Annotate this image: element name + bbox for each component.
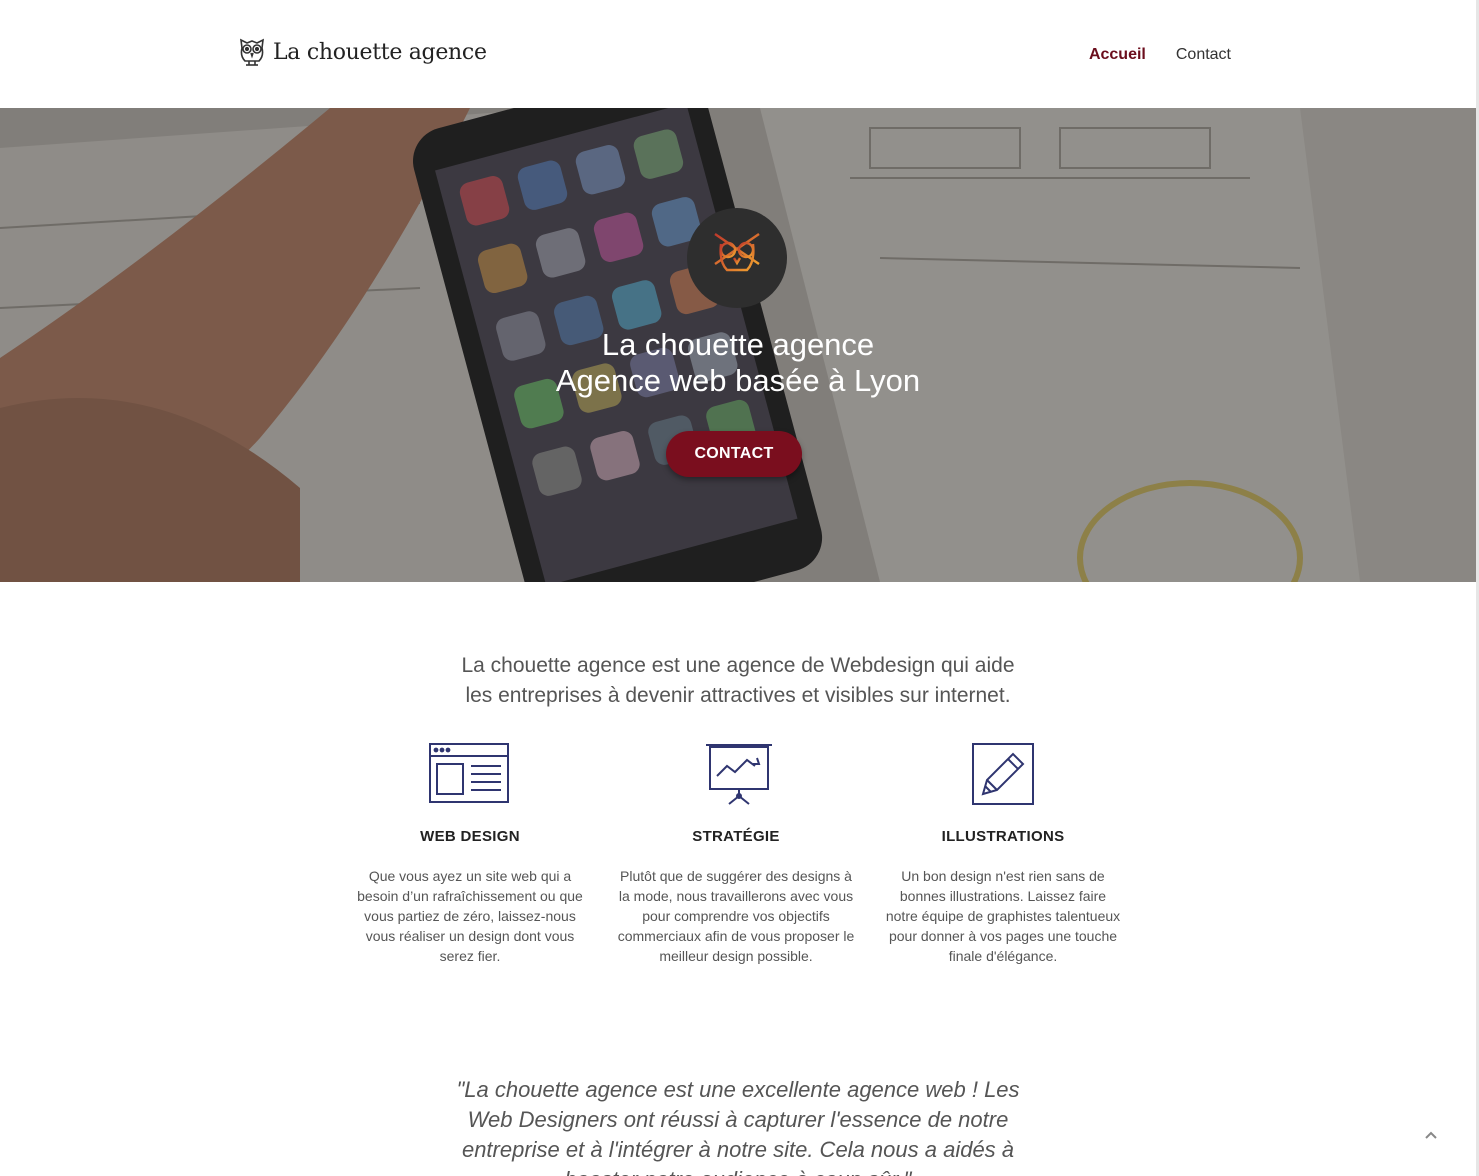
feature-title: STRATÉGIE (692, 828, 780, 845)
hero-banner: La chouette agence Agence web basée à Ly… (0, 108, 1476, 582)
illustration-icon (972, 743, 1034, 805)
site-logo[interactable]: La chouette agence (237, 34, 487, 70)
feature-illustrations: ILLUSTRATIONS Un bon design n'est rien s… (883, 742, 1123, 966)
nav-item-accueil[interactable]: Accueil (1089, 46, 1146, 64)
feature-description: Que vous ayez un site web qui a besoin d… (357, 868, 583, 964)
site-header: La chouette agence Accueil Contact (0, 0, 1476, 108)
quote-line: "La chouette agence est une excellente a… (456, 1077, 1020, 1102)
feature-description: Plutôt que de suggérer des designs à la … (617, 868, 855, 964)
quote-line: entreprise et à l'intégrer à notre site.… (461, 1137, 1015, 1162)
owl-icon (714, 233, 760, 284)
quote-line: booster notre audience à coup sûr." (0, 1165, 1476, 1176)
web-design-icon (429, 743, 509, 803)
intro-line: La chouette agence est une agence de Web… (461, 654, 1015, 677)
hero-logo-badge (687, 208, 787, 308)
hero-title-line1: La chouette agence (601, 327, 875, 362)
strategy-icon (706, 744, 772, 805)
main-nav: Accueil Contact (1089, 46, 1231, 64)
intro-line: les entreprises à devenir attractives et… (465, 684, 1011, 707)
feature-strategie: STRATÉGIE Plutôt que de suggérer des des… (616, 742, 856, 966)
hero-title: La chouette agence Agence web basée à Ly… (0, 327, 1476, 399)
feature-web-design: WEB DESIGN Que vous ayez un site web qui… (350, 742, 590, 966)
nav-item-contact[interactable]: Contact (1176, 46, 1231, 64)
chevron-up-icon (1425, 1131, 1437, 1139)
feature-title: ILLUSTRATIONS (941, 828, 1065, 845)
intro-text: La chouette agence est une agence de Web… (0, 651, 1476, 711)
scroll-to-top-button[interactable] (1422, 1126, 1440, 1144)
feature-title: WEB DESIGN (420, 828, 520, 845)
logo-text: La chouette agence (273, 39, 487, 65)
testimonial-quote: "La chouette agence est une excellente a… (0, 1075, 1476, 1176)
owl-icon (240, 38, 264, 66)
feature-description: Un bon design n'est rien sans de bonnes … (885, 868, 1121, 964)
contact-button[interactable]: CONTACT (666, 431, 802, 477)
quote-line: Web Designers ont réussi à capturer l'es… (467, 1107, 1009, 1132)
hero-title-line2: Agence web basée à Lyon (555, 363, 921, 398)
